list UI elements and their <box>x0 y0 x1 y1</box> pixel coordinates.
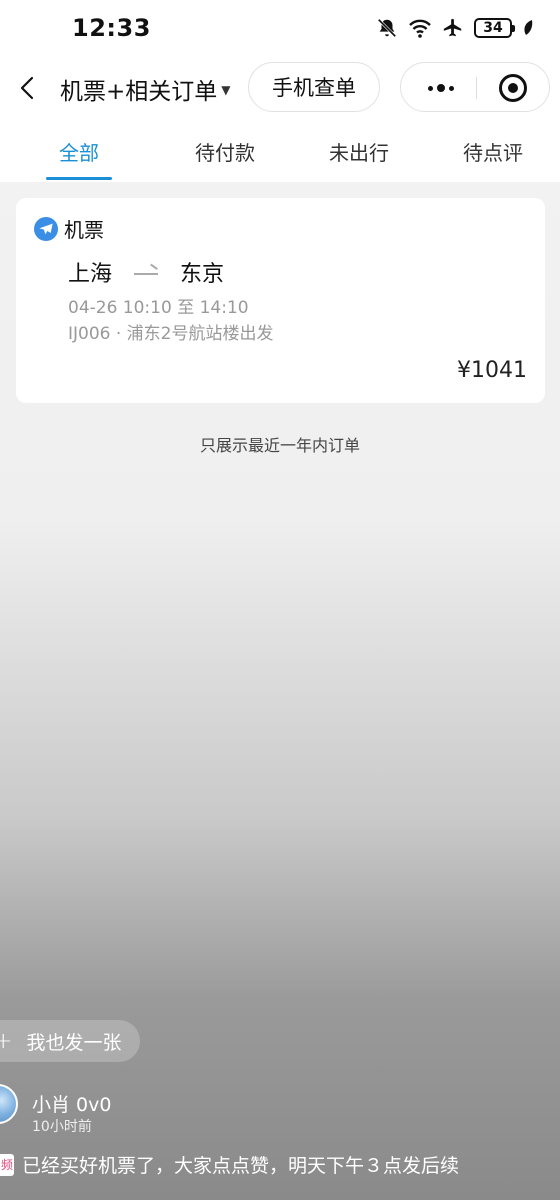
arrival-city: 东京 <box>180 262 225 287</box>
order-card-header: 机票 <box>34 214 104 243</box>
username[interactable]: 小肖 0v0 <box>32 1090 111 1117</box>
departure-city: 上海 <box>68 262 113 287</box>
flight-time: 04-26 10:10 至 14:10 <box>68 298 249 318</box>
capsule-divider <box>476 77 477 99</box>
caption-text: 已经买好机票了，大家点点赞，明天下午３点发后续 <box>22 1155 460 1177</box>
post-caption: 频 已经买好机票了，大家点点赞，明天下午３点发后续 <box>0 1151 459 1178</box>
status-bar: 12:33 34 <box>0 0 560 56</box>
order-price: ¥1041 <box>457 358 527 383</box>
status-time: 12:33 <box>72 14 151 42</box>
status-icons: 34 <box>376 14 534 42</box>
tab-pending-payment[interactable]: 待付款 <box>158 120 292 182</box>
tab-pending-review[interactable]: 待点评 <box>426 120 560 182</box>
miniprogram-capsule <box>400 62 550 112</box>
caption-tag: 频 <box>0 1153 14 1176</box>
wifi-icon <box>409 19 431 38</box>
leaf-icon <box>524 20 533 35</box>
back-button[interactable] <box>8 68 48 108</box>
post-time: 10小时前 <box>32 1119 92 1135</box>
page-title: 机票+相关订单 <box>60 79 218 105</box>
arrow-right-icon <box>134 267 159 277</box>
post-one-label: 我也发一张 <box>26 1031 122 1054</box>
order-type-dropdown[interactable]: 机票+相关订单 ▼ <box>60 72 231 106</box>
close-miniprogram-icon[interactable] <box>499 74 527 102</box>
flight-route: 上海 东京 <box>68 256 224 288</box>
battery-indicator: 34 <box>474 18 515 38</box>
tab-not-traveled[interactable]: 未出行 <box>292 120 426 182</box>
nav-bar: 机票+相关订单 ▼ 手机查单 <box>0 56 560 120</box>
airplane-icon <box>34 216 58 241</box>
bell-muted-icon <box>377 18 397 38</box>
avatar[interactable] <box>0 1084 18 1124</box>
chevron-left-icon <box>20 76 34 100</box>
order-range-notice: 只展示最近一年内订单 <box>199 436 360 455</box>
phone-query-button[interactable]: 手机查单 <box>248 62 380 112</box>
order-tabs: 全部 待付款 未出行 待点评 <box>0 120 560 182</box>
order-card[interactable]: 机票 上海 东京 04-26 10:10 至 14:10 IJ006 · 浦东2… <box>16 198 545 403</box>
more-icon[interactable] <box>423 76 459 100</box>
airplane-mode-icon <box>443 18 462 37</box>
flight-info: IJ006 · 浦东2号航站楼出发 <box>68 324 274 344</box>
post-one-button[interactable]: + 我也发一张 <box>0 1020 140 1062</box>
order-category: 机票 <box>64 218 104 242</box>
plus-icon: + <box>0 1028 13 1054</box>
tab-all[interactable]: 全部 <box>0 120 158 182</box>
caret-down-icon: ▼ <box>221 83 231 97</box>
